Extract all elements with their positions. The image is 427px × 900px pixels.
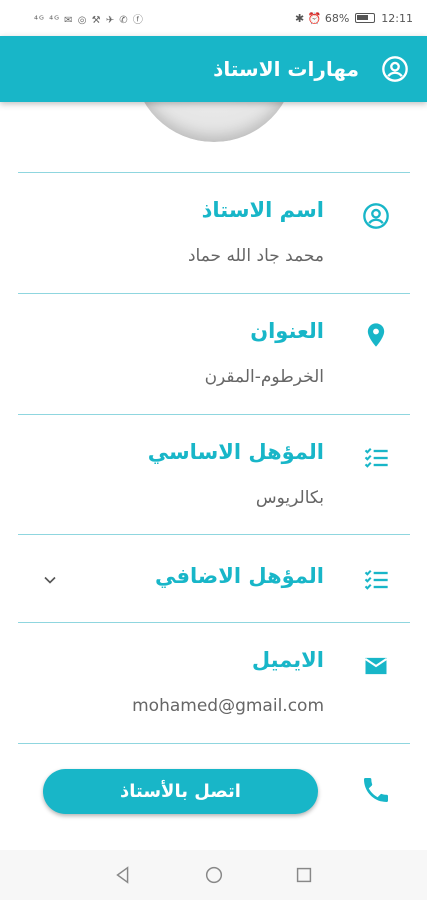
status-time: 12:11	[381, 11, 413, 25]
back-triangle-icon[interactable]	[112, 864, 134, 886]
call-teacher-button[interactable]: اتصل بالأستاذ	[43, 769, 318, 814]
field-email: الايميل mohamed@gmail.com	[0, 622, 427, 743]
account-circle-icon[interactable]	[381, 55, 409, 83]
field-address: العنوان الخرطوم-المقرن	[0, 293, 427, 414]
field-value: محمد جاد الله حماد	[187, 246, 324, 266]
phone-icon[interactable]	[360, 774, 392, 806]
field-value: بكالريوس	[255, 488, 324, 508]
person-circle-icon	[363, 203, 389, 229]
status-notification-icons: ⁴ᴳ ⁴ᴳ ✉ ◎ ⚒ ✈ ✆ ⓕ	[34, 14, 144, 26]
field-label: العنوان	[250, 319, 324, 343]
checklist-icon	[364, 447, 388, 468]
chevron-down-icon[interactable]	[40, 570, 60, 590]
location-pin-icon	[367, 323, 385, 347]
app-bar: مهارات الاستاذ	[0, 36, 427, 102]
field-additional-qualification[interactable]: المؤهل الاضافي	[0, 534, 427, 622]
system-nav-bar	[0, 850, 427, 900]
field-label: المؤهل الاساسي	[147, 440, 324, 464]
home-circle-icon[interactable]	[203, 864, 225, 886]
checklist-icon	[364, 569, 388, 590]
field-basic-qualification: المؤهل الاساسي بكالريوس	[0, 414, 427, 534]
field-value: الخرطوم-المقرن	[204, 367, 324, 387]
status-bar: ⁴ᴳ ⁴ᴳ ✉ ◎ ⚒ ✈ ✆ ⓕ ✱ ⏰ 68% 12:11	[0, 0, 427, 36]
divider	[18, 743, 410, 744]
recents-square-icon[interactable]	[293, 864, 315, 886]
mail-icon	[364, 657, 388, 675]
field-teacher-name: اسم الاستاذ محمد جاد الله حماد	[0, 172, 427, 293]
field-label: المؤهل الاضافي	[155, 564, 324, 588]
field-value: mohamed@gmail.com	[132, 696, 324, 716]
field-label: اسم الاستاذ	[201, 198, 324, 222]
field-label: الايميل	[251, 648, 324, 672]
status-indicators: ✱ ⏰ 68%	[294, 11, 350, 25]
status-system-area: ✱ ⏰ 68% 12:11	[295, 12, 413, 25]
page-title: مهارات الاستاذ	[213, 57, 359, 81]
battery-icon	[355, 13, 376, 23]
